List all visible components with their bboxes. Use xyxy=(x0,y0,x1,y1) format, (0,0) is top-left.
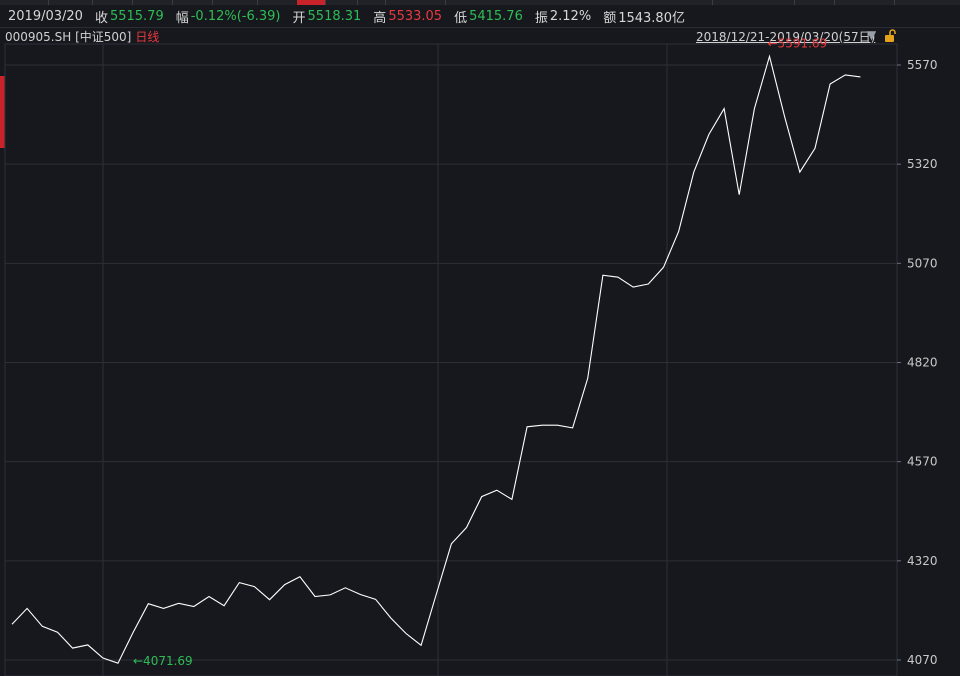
chart-annotations: ←5591.69 ←4071.69 xyxy=(133,36,827,668)
y-tick-label: 5070 xyxy=(907,256,938,270)
y-tick-label: 4320 xyxy=(907,554,938,568)
price-line-chart[interactable]: 5570 5320 5070 4820 4570 4320 4070 ←5591.69 ←40… xyxy=(0,0,960,676)
y-tick-label: 5570 xyxy=(907,58,938,72)
chart-grid xyxy=(4,43,898,676)
plot-frame xyxy=(4,43,898,676)
min-price-label: ←4071.69 xyxy=(133,654,193,668)
y-tick-label: 4820 xyxy=(907,356,938,370)
max-price-label: ←5591.69 xyxy=(768,36,828,50)
y-tick-label: 5320 xyxy=(907,157,938,171)
y-axis: 5570 5320 5070 4820 4570 4320 4070 xyxy=(897,58,938,667)
y-tick-label: 4070 xyxy=(907,653,938,667)
y-tick-label: 4570 xyxy=(907,455,938,469)
price-line xyxy=(11,54,861,664)
